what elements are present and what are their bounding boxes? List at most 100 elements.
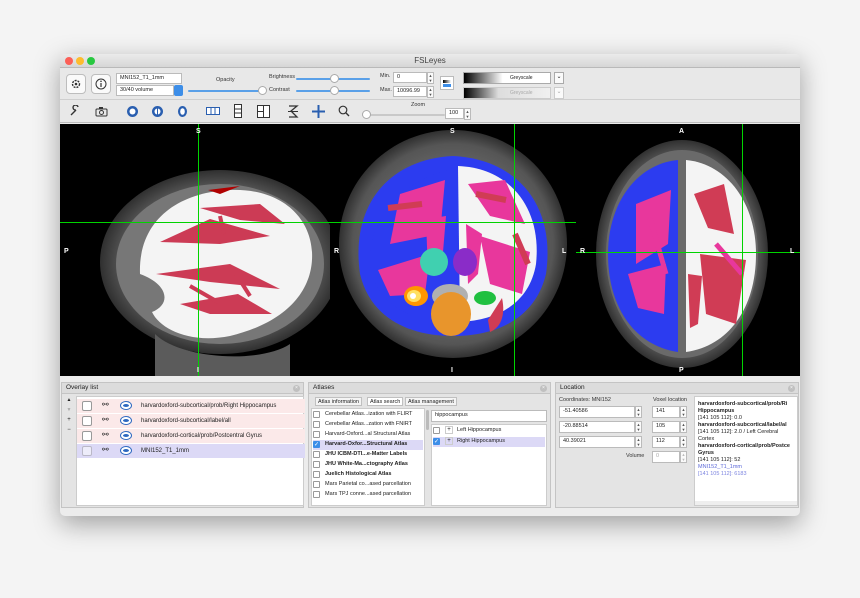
reset-zoom-icon[interactable] (284, 102, 302, 120)
volume-stepper[interactable] (174, 85, 183, 96)
checkbox[interactable] (313, 451, 320, 458)
save-icon[interactable] (82, 431, 92, 441)
min-value-field[interactable]: 0 (393, 72, 427, 83)
checkbox-checked[interactable]: ✓ (313, 441, 320, 448)
atlas-item[interactable]: Mars TPJ conne...ased parcellation (313, 490, 423, 500)
voxel-y-field[interactable]: 105 (652, 421, 680, 433)
coronal-view[interactable]: S R L I (330, 124, 576, 376)
checkbox[interactable] (313, 431, 320, 438)
link-icon[interactable]: ⚯ (102, 430, 112, 440)
min-stepper[interactable]: ▲ ▼ (427, 72, 434, 84)
overlay-row[interactable]: ⚯ harvardoxford-cortical/prob/Postcentra… (77, 429, 305, 443)
voxel-x-field[interactable]: 141 (652, 406, 680, 418)
atlas-item[interactable]: JHU ICBM-DTI...e-Matter Labels (313, 450, 423, 460)
checkbox[interactable] (313, 481, 320, 488)
axial-view[interactable]: A R L P (576, 124, 800, 376)
gear-icon[interactable] (66, 74, 86, 94)
coord-z-stepper[interactable]: ▲ ▼ (635, 436, 642, 448)
contrast-slider[interactable] (296, 86, 370, 95)
atlas-item[interactable]: JHU White-Ma...ctography Atlas (313, 460, 423, 470)
eye-icon[interactable] (121, 402, 131, 409)
chevron-down-icon[interactable]: ⌄ (554, 72, 564, 84)
colormap-icon[interactable] (440, 76, 454, 90)
checkbox[interactable] (313, 421, 320, 428)
sagittal-view-icon[interactable] (123, 102, 141, 120)
negative-colormap-select[interactable]: Greyscale (463, 87, 551, 99)
zoom-stepper[interactable]: ▲ ▼ (464, 108, 471, 120)
move-up-icon[interactable]: ▲ (64, 397, 74, 407)
checkbox[interactable] (313, 491, 320, 498)
coronal-view-icon[interactable] (148, 102, 166, 120)
crosshair-icon[interactable] (309, 102, 327, 120)
max-stepper[interactable]: ▲ ▼ (427, 86, 434, 98)
coord-z-field[interactable]: 40.39021 (559, 436, 635, 448)
horizontal-layout-icon[interactable] (204, 102, 222, 120)
info-icon[interactable] (91, 74, 111, 94)
camera-icon[interactable] (92, 102, 110, 120)
link-icon[interactable]: ⚯ (102, 415, 112, 425)
add-overlay-icon[interactable]: + (64, 417, 74, 427)
magnifier-icon[interactable] (335, 102, 353, 120)
volume-stepper[interactable]: ▲ ▼ (680, 451, 687, 463)
wrench-icon[interactable] (66, 102, 84, 120)
brightness-slider[interactable] (296, 74, 370, 83)
coord-y-stepper[interactable]: ▲ ▼ (635, 421, 642, 433)
eye-icon[interactable] (121, 432, 131, 439)
close-icon[interactable]: × (788, 385, 795, 392)
save-icon[interactable] (82, 401, 92, 411)
tab-atlas-search[interactable]: Atlas search (367, 397, 404, 406)
checkbox[interactable] (313, 411, 320, 418)
result-item[interactable]: + Left Hippocampus (433, 426, 543, 436)
zoom-slider[interactable] (362, 110, 445, 119)
atlas-item[interactable]: Cerebellar Atlas...ization with FLIRT (313, 410, 423, 420)
close-icon[interactable]: × (293, 385, 300, 392)
vertical-layout-icon[interactable] (229, 102, 247, 120)
ortho-view-canvas[interactable]: S P I S R L I A R L P (60, 124, 800, 376)
overlay-row-selected[interactable]: ⚯ MNI152_T1_1mm (77, 444, 305, 458)
overlay-row[interactable]: ⚯ harvardoxford-subcortical/label/all (77, 414, 305, 428)
link-icon[interactable]: ⚯ (102, 445, 112, 455)
axial-view-icon[interactable] (173, 102, 191, 120)
save-icon[interactable] (82, 446, 92, 456)
atlas-item[interactable]: Cerebellar Atlas...zation with FNIRT (313, 420, 423, 430)
link-icon[interactable]: ⚯ (102, 400, 112, 410)
checkbox[interactable] (313, 461, 320, 468)
overlay-row[interactable]: ⚯ harvardoxford-subcortical/prob/Right H… (77, 399, 305, 413)
coord-x-stepper[interactable]: ▲ ▼ (635, 406, 642, 418)
volume-selector[interactable]: 30/40 volume (116, 85, 174, 96)
chevron-down-icon[interactable]: ⌄ (554, 87, 564, 99)
plus-icon[interactable]: + (445, 426, 453, 434)
max-value-field[interactable]: 10096.99 (393, 86, 427, 97)
atlas-item[interactable]: Harvard-Oxford...al Structural Atlas (313, 430, 423, 440)
save-icon[interactable] (82, 416, 92, 426)
checkbox-checked[interactable]: ✓ (433, 438, 440, 445)
coord-x-field[interactable]: -51.40586 (559, 406, 635, 418)
horizontal-scrollbar[interactable] (695, 501, 797, 505)
grid-layout-icon[interactable] (254, 102, 272, 120)
result-item-selected[interactable]: ✓ + Right Hippocampus (433, 437, 545, 447)
overlay-name-field[interactable]: MNI152_T1_1mm (116, 73, 182, 84)
sagittal-view[interactable]: S P I (60, 124, 340, 376)
tab-atlas-information[interactable]: Atlas information (315, 397, 362, 406)
checkbox[interactable] (313, 471, 320, 478)
checkbox[interactable] (433, 427, 440, 434)
coord-y-field[interactable]: -20.88514 (559, 421, 635, 433)
voxel-y-stepper[interactable]: ▲ ▼ (680, 421, 687, 433)
voxel-z-field[interactable]: 112 (652, 436, 680, 448)
zoom-field[interactable]: 100 (445, 108, 464, 119)
opacity-slider[interactable] (188, 86, 267, 95)
search-input[interactable]: hippocampus (431, 410, 547, 422)
atlas-item[interactable]: Mars Parietal co...ased parcellation (313, 480, 423, 490)
close-icon[interactable]: × (540, 385, 547, 392)
volume-field[interactable]: 0 (652, 451, 680, 463)
colormap-select[interactable]: Greyscale (463, 72, 551, 84)
plus-icon[interactable]: + (445, 437, 453, 445)
tab-atlas-management[interactable]: Atlas management (405, 397, 457, 406)
remove-overlay-icon[interactable]: − (64, 427, 74, 437)
eye-icon[interactable] (121, 447, 131, 454)
atlas-item[interactable]: Juelich Histological Atlas (313, 470, 423, 480)
voxel-x-stepper[interactable]: ▲ ▼ (680, 406, 687, 418)
scrollbar[interactable] (426, 410, 429, 430)
eye-icon[interactable] (121, 417, 131, 424)
atlas-item-selected[interactable]: ✓ Harvard-Oxfor...Structural Atlas (313, 440, 423, 450)
